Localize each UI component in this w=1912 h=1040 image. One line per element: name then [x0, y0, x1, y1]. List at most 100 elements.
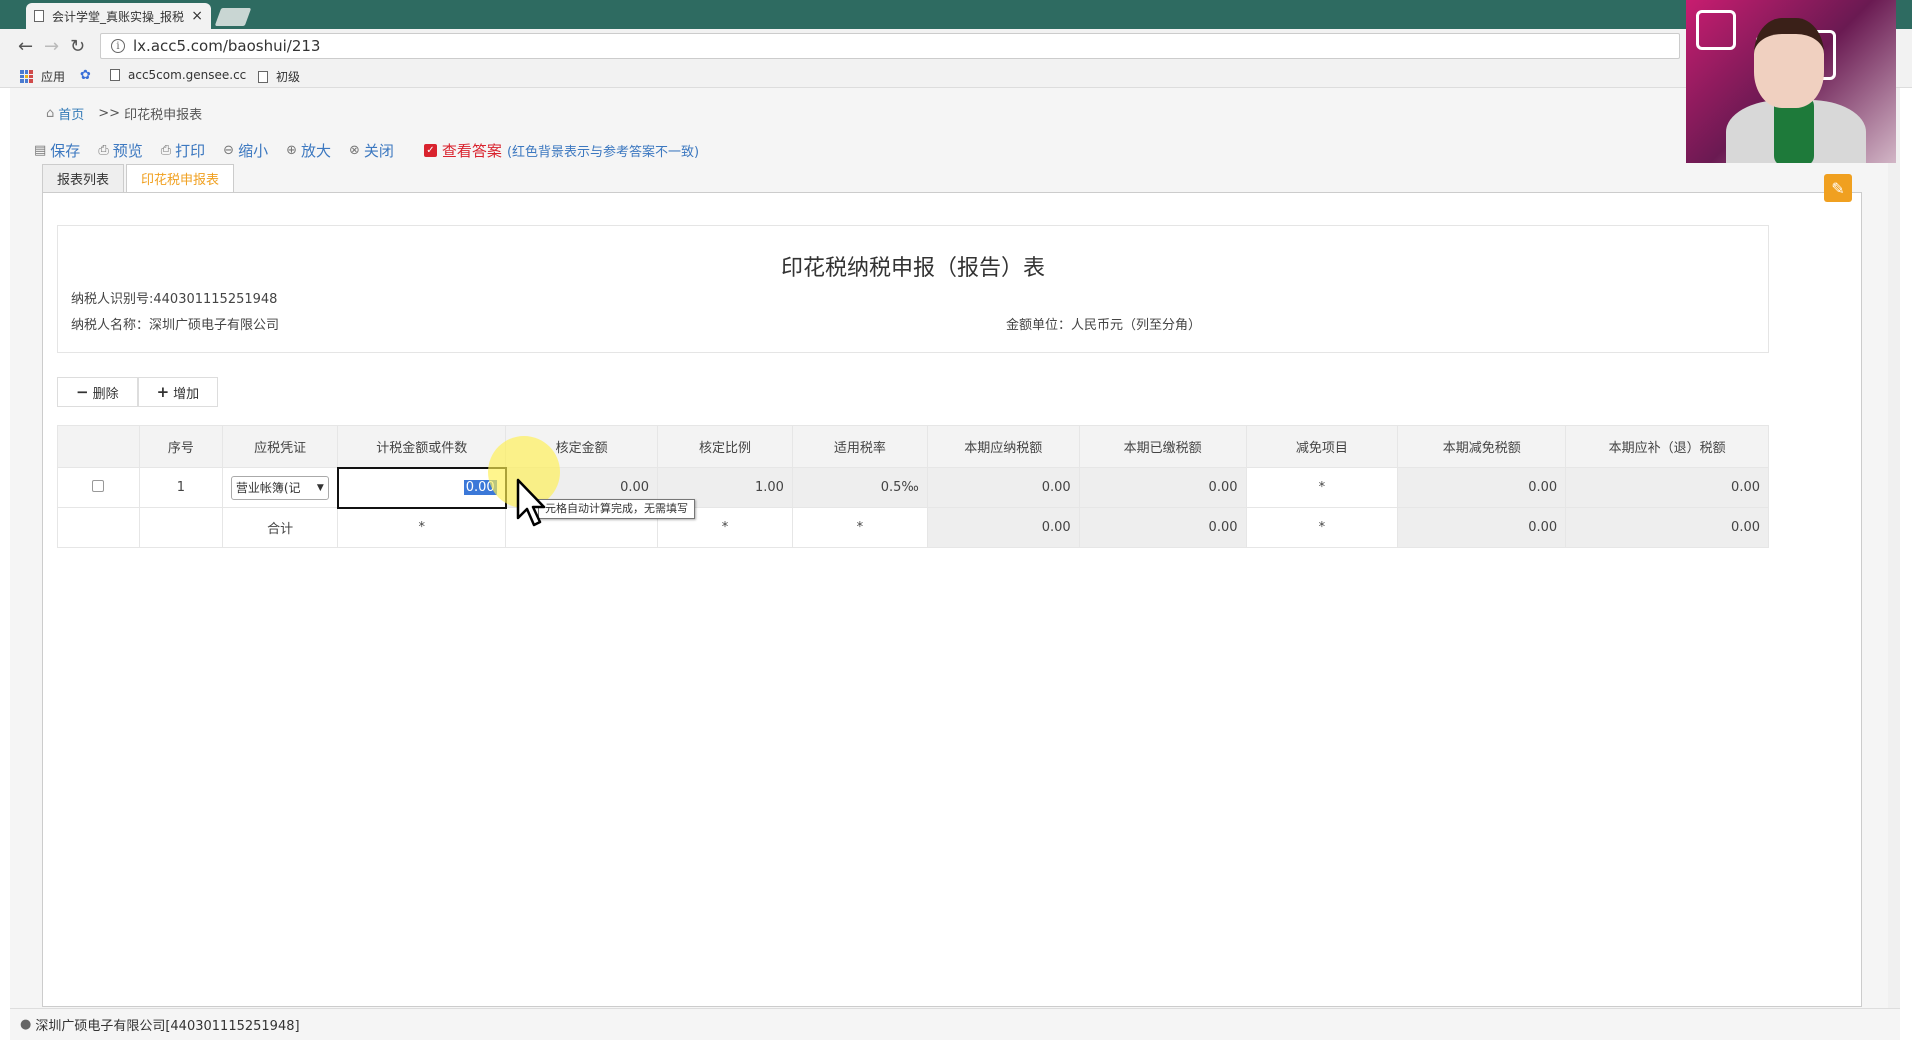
forward-icon[interactable]: →	[44, 36, 59, 57]
edit-pencil-icon[interactable]: ✎	[1824, 174, 1852, 202]
checkbox-checked-icon[interactable]: ✓	[423, 144, 437, 157]
column-header: 本期已缴税额	[1078, 425, 1247, 468]
voucher-value: 营业帐簿(记	[235, 481, 301, 495]
seq-cell: 1	[138, 467, 223, 508]
view-answer-label: 查看答案	[441, 142, 502, 160]
delete-row-button[interactable]: − 删除	[57, 377, 138, 407]
table-total-row: 合计 * * * 0.00 0.00 * 0.00 0.00	[57, 507, 1769, 548]
payable-cell: 0.00	[926, 467, 1080, 508]
row-checkbox[interactable]	[92, 479, 105, 492]
bookmark-apps[interactable]: 应用	[20, 68, 65, 85]
view-answer-toggle[interactable]: ✓ 查看答案 (红色背景表示与参考答案不一致)	[423, 140, 700, 161]
breadcrumb: ⌂ 首页 >> 印花税申报表	[46, 104, 202, 123]
status-company: 深圳广硕电子有限公司[440301115251948]	[35, 1019, 300, 1034]
print-button[interactable]: ⎙ 打印	[161, 140, 205, 161]
printer-icon: ⎙	[98, 143, 109, 158]
webcam-shape	[1754, 18, 1824, 108]
add-label: 增加	[173, 386, 200, 402]
column-header: 计税金额或件数	[337, 425, 507, 468]
back-icon[interactable]: ←	[18, 36, 33, 57]
address-bar[interactable]: i lx.acc5.com/baoshui/213	[100, 33, 1680, 59]
zoom-in-label: 放大	[300, 142, 331, 160]
relief-cell: 0.00	[1397, 467, 1567, 508]
status-bar: ● 深圳广硕电子有限公司[440301115251948]	[10, 1008, 1900, 1040]
dropdown-arrow-icon: ▼	[316, 482, 324, 493]
paw-icon: ✿	[80, 68, 91, 83]
new-tab-button[interactable]	[214, 8, 252, 26]
bookmark-label: 初级	[276, 70, 301, 84]
save-label: 保存	[50, 142, 81, 160]
paid-cell[interactable]: 0.00	[1078, 467, 1247, 508]
column-header: 应税凭证	[221, 425, 339, 468]
bookmark-label: 应用	[41, 70, 66, 84]
table-row: 1 营业帐簿(记 ▼ 0.00 0.00 1.00 0.5‰ 0.00 0.00 …	[57, 466, 1769, 509]
bookmark-chuji[interactable]: 初级	[258, 68, 300, 85]
column-header: 序号	[138, 425, 223, 468]
preview-button[interactable]: ⎙ 预览	[98, 140, 142, 161]
delete-label: 删除	[92, 386, 119, 402]
total-due-cell: 0.00	[1565, 507, 1769, 548]
page-icon	[110, 69, 120, 81]
close-label: 关闭	[363, 142, 394, 160]
bookmark-gensee[interactable]: acc5com.gensee.cc	[110, 68, 246, 82]
tab-report-list[interactable]: 报表列表	[42, 164, 125, 192]
add-row-button[interactable]: + 增加	[137, 377, 219, 407]
save-icon: ▤	[34, 143, 47, 158]
scrollbar[interactable]	[1888, 88, 1900, 1008]
form-title: 印花税纳税申报（报告）表	[780, 256, 1045, 281]
total-amount-cell: *	[337, 507, 507, 548]
voucher-cell: 营业帐簿(记 ▼	[221, 467, 339, 508]
mouse-cursor-icon	[516, 478, 546, 527]
total-rate-cell: *	[791, 507, 928, 548]
breadcrumb-current: 印花税申报表	[124, 108, 203, 123]
breadcrumb-separator: >>	[98, 106, 121, 121]
browser-tab-title: 会计学堂_真账实操_报税	[52, 9, 185, 24]
close-button[interactable]: ⊗ 关闭	[349, 140, 394, 161]
reload-icon[interactable]: ↻	[70, 36, 85, 57]
form-panel: 印花税纳税申报（报告）表 纳税人识别号:440301115251948 纳税人名…	[42, 192, 1862, 1007]
tooltip: 元格自动计算完成，无需填写	[538, 499, 695, 519]
minus-icon: −	[76, 383, 89, 401]
total-paid-cell: 0.00	[1078, 507, 1247, 548]
webcam-shape	[1696, 10, 1736, 50]
tax-table: 序号 应税凭证 计税金额或件数 核定金额 核定比例 适用税率 本期应纳税额 本期…	[57, 425, 1769, 548]
taxpayer-id: 纳税人识别号:440301115251948	[71, 292, 278, 307]
amount-unit: 金额单位：人民币元（列至分角）	[1006, 318, 1202, 333]
breadcrumb-home[interactable]: 首页	[58, 104, 84, 123]
column-header: 核定比例	[657, 425, 793, 468]
user-icon: ●	[20, 1017, 32, 1032]
close-tab-icon[interactable]: ×	[191, 8, 203, 24]
zoom-out-button[interactable]: ⊖ 缩小	[223, 140, 268, 161]
plus-icon: +	[156, 383, 170, 401]
total-label: 合计	[221, 507, 339, 548]
amount-input[interactable]: 0.00	[336, 466, 507, 509]
column-header: 本期减免税额	[1397, 425, 1567, 468]
column-header: 适用税率	[791, 425, 928, 468]
minus-circle-icon: ⊖	[223, 143, 235, 158]
total-relief-item-cell: *	[1245, 507, 1399, 548]
column-header: 本期应补（退）税额	[1565, 425, 1769, 468]
column-header: 减免项目	[1245, 425, 1399, 468]
url-text: lx.acc5.com/baoshui/213	[133, 37, 321, 55]
info-icon[interactable]: i	[111, 39, 125, 53]
tab-stamp-tax[interactable]: 印花税申报表	[126, 164, 235, 192]
column-header	[57, 425, 140, 468]
page-icon	[34, 10, 44, 22]
voucher-select[interactable]: 营业帐簿(记 ▼	[230, 475, 329, 500]
total-relief-cell: 0.00	[1397, 507, 1567, 548]
home-icon: ⌂	[46, 106, 55, 121]
row-buttons: − 删除 + 增加	[57, 377, 219, 407]
save-button[interactable]: ▤ 保存	[34, 140, 80, 161]
printer-icon: ⎙	[160, 143, 172, 158]
bookmark-paw[interactable]: ✿	[80, 68, 99, 83]
close-circle-icon: ⊗	[349, 143, 360, 158]
browser-tab[interactable]: 会计学堂_真账实操_报税 ×	[26, 3, 211, 29]
action-toolbar: ▤ 保存 ⎙ 预览 ⎙ 打印 ⊖ 缩小 ⊕ 放大 ⊗ 关闭 ✓ 查看答案 (红色背景表示与参…	[34, 140, 699, 161]
empty-cell	[57, 507, 140, 548]
preview-label: 预览	[112, 142, 143, 160]
answer-note: (红色背景表示与参考答案不一致)	[506, 145, 700, 160]
zoom-in-button[interactable]: ⊕ 放大	[286, 140, 331, 161]
total-payable-cell: 0.00	[926, 507, 1080, 548]
page-tabs: 报表列表 印花税申报表	[42, 164, 236, 192]
browser-tabstrip: 会计学堂_真账实操_报税 ×	[0, 0, 1912, 29]
